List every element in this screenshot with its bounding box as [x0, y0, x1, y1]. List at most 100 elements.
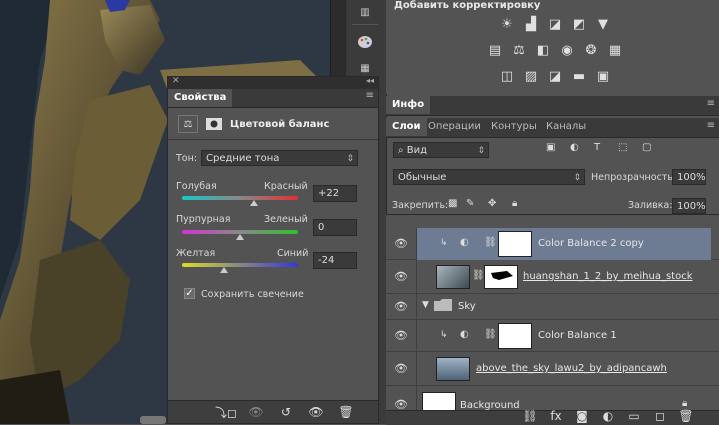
lock-transparent-icon[interactable]: ▩ [448, 198, 457, 209]
tab-history[interactable]: Операции [422, 118, 487, 136]
cyan-red-slider[interactable] [182, 196, 298, 200]
yellow-blue-slider[interactable] [182, 263, 298, 267]
reset-icon[interactable]: ↺ [276, 404, 296, 420]
dock-button-1[interactable]: ▥ [354, 2, 376, 22]
brightness-icon[interactable]: ☀ [498, 16, 516, 32]
layer-name[interactable]: Color Balance 1 [538, 330, 617, 341]
yellow-blue-value[interactable]: -24 [313, 252, 357, 269]
properties-tab-bar: Свойства ≡ [168, 89, 378, 108]
layer-name[interactable]: Color Balance 2 copy [538, 238, 644, 249]
layer-row[interactable]: 👁︎ ↳ ◐ ⛓ Color Balance 1 [386, 320, 719, 352]
group-row[interactable]: 👁︎ ▼ Sky [386, 294, 719, 320]
collapse-icon[interactable]: ◂◂ [366, 76, 374, 85]
adjustment-layer-icon: ◐ [460, 237, 469, 248]
blend-mode-value: Обычные [398, 172, 447, 183]
gradient-map-icon[interactable]: ▬ [570, 68, 588, 84]
palette-icon[interactable] [354, 32, 376, 52]
posterize-icon[interactable]: ▨ [522, 68, 540, 84]
cyan-red-slider-knob[interactable] [249, 200, 258, 206]
eye-icon[interactable]: 👁︎ [386, 320, 417, 351]
blend-mode-select[interactable]: Обычные [393, 169, 585, 186]
tone-value: Средние тона [206, 153, 280, 164]
eye-icon[interactable]: 👁︎ [386, 294, 417, 319]
layers-footer: ⛓ fx ◙ ◐ ▭ ◻ 🗑︎ [386, 409, 719, 425]
lock-all-icon[interactable]: 🔒︎ [512, 198, 517, 209]
layer-mask-thumb [498, 231, 532, 257]
new-group-icon[interactable]: ▭ [624, 409, 644, 423]
filter-type-icon[interactable]: T [594, 142, 600, 153]
balance-icon[interactable]: ⚖ [510, 42, 528, 58]
expand-arrow-icon[interactable]: ▼ [422, 300, 429, 310]
close-icon[interactable]: ✕ [172, 76, 180, 86]
group-name[interactable]: Sky [458, 301, 476, 312]
eye-icon[interactable]: 👁︎ [386, 260, 417, 293]
panel-titlebar[interactable]: ✕ ◂◂ [168, 76, 378, 89]
layer-row[interactable]: 👁︎ above_the_sky_lawu2_by_adipancawh [386, 352, 719, 386]
opacity-input[interactable]: 100% [672, 169, 706, 185]
layer-name[interactable]: huangshan_1_2_by_meihua_stock [523, 271, 693, 282]
filter-shape-icon[interactable]: ⬚ [618, 142, 627, 153]
layer-thumb [436, 265, 470, 289]
panel-menu-icon[interactable]: ≡ [707, 98, 715, 109]
dock-separator [352, 24, 378, 25]
toggle-visibility-icon[interactable]: 👁︎ [306, 404, 326, 420]
fill-input[interactable]: 100% [672, 198, 706, 214]
magenta-green-value[interactable]: 0 [313, 219, 357, 236]
lock-brush-icon[interactable]: ✎ [466, 198, 474, 209]
magenta-green-slider-knob[interactable] [236, 234, 244, 240]
threshold-icon[interactable]: ◪ [546, 68, 564, 84]
canvas-scrollbar-thumb[interactable] [140, 416, 166, 424]
mask-icon[interactable] [204, 115, 224, 133]
delete-icon[interactable]: 🗑︎ [336, 404, 356, 420]
filter-pixel-icon[interactable]: ▣ [546, 142, 555, 153]
invert-icon[interactable]: ◫ [498, 68, 516, 84]
tone-select[interactable]: Средние тона [201, 150, 358, 167]
channel-mixer-icon[interactable]: ❂ [582, 42, 600, 58]
delete-layer-icon[interactable]: 🗑︎ [676, 409, 696, 423]
bw-icon[interactable]: ◧ [534, 42, 552, 58]
tab-paths[interactable]: Контуры [485, 118, 543, 136]
tab-channels[interactable]: Каналы [540, 118, 592, 136]
lock-move-icon[interactable]: ✥ [488, 198, 496, 209]
new-layer-icon[interactable]: ◻ [650, 409, 670, 423]
eye-icon[interactable]: 👁︎ [386, 228, 417, 259]
adjustments-panel: Добавить корректировку ☀ ▟ ◪ ◩ ▼ ▤ ⚖ ◧ ◉… [386, 0, 719, 94]
panel-menu-icon[interactable]: ≡ [366, 90, 374, 101]
preserve-luminosity-checkbox[interactable]: ✓ [184, 288, 195, 299]
tab-info[interactable]: Инфо [386, 96, 431, 114]
curves-icon[interactable]: ◪ [546, 16, 564, 32]
exposure-icon[interactable]: ◩ [570, 16, 588, 32]
selective-color-icon[interactable]: ▣ [594, 68, 612, 84]
cyan-red-value[interactable]: +22 [313, 185, 357, 202]
layer-row[interactable]: 👁︎ ↳ ◐ ⛓ Color Balance 2 copy [386, 228, 719, 260]
filter-smart-icon[interactable]: ▢ [642, 142, 651, 153]
tab-properties[interactable]: Свойства [168, 89, 233, 107]
levels-icon[interactable]: ▟ [522, 16, 540, 32]
filter-kind-select[interactable]: ⌕ Вид [393, 142, 489, 159]
layer-row[interactable]: 👁︎ ⛓ huangshan_1_2_by_meihua_stock [386, 260, 719, 294]
slider-blue-label: Синий [277, 248, 309, 259]
tab-layers[interactable]: Слои [386, 118, 427, 136]
vibrance-icon[interactable]: ▤ [486, 42, 504, 58]
balance-icon: ⚖ [178, 115, 198, 133]
link-layers-icon[interactable]: ⛓ [520, 409, 540, 423]
add-mask-icon[interactable]: ◙ [572, 409, 592, 423]
adjustments-title: Добавить корректировку [394, 0, 541, 11]
clip-arrow-icon: ↳ [440, 238, 448, 248]
clip-to-layer-icon[interactable]: ⤵◻ [215, 404, 237, 420]
gradient-triangle-icon[interactable]: ▼ [594, 16, 612, 32]
swatches-icon[interactable]: ▦ [354, 58, 376, 78]
eye-icon[interactable]: 👁︎ [386, 352, 417, 385]
search-icon: ⌕ [398, 145, 407, 156]
fx-icon[interactable]: fx [546, 409, 566, 423]
filter-adjustment-icon[interactable]: ◐ [570, 142, 579, 153]
color-lookup-icon[interactable]: ▦ [606, 42, 624, 58]
layer-name[interactable]: above_the_sky_lawu2_by_adipancawh [476, 363, 667, 374]
layer-thumb [436, 357, 470, 381]
divider [168, 139, 378, 140]
photo-filter-icon[interactable]: ◉ [558, 42, 576, 58]
view-previous-icon[interactable]: 👁︎ [246, 404, 266, 420]
new-adjustment-icon[interactable]: ◐ [598, 409, 618, 423]
panel-menu-icon[interactable]: ≡ [707, 120, 715, 131]
yellow-blue-slider-knob[interactable] [219, 267, 228, 273]
